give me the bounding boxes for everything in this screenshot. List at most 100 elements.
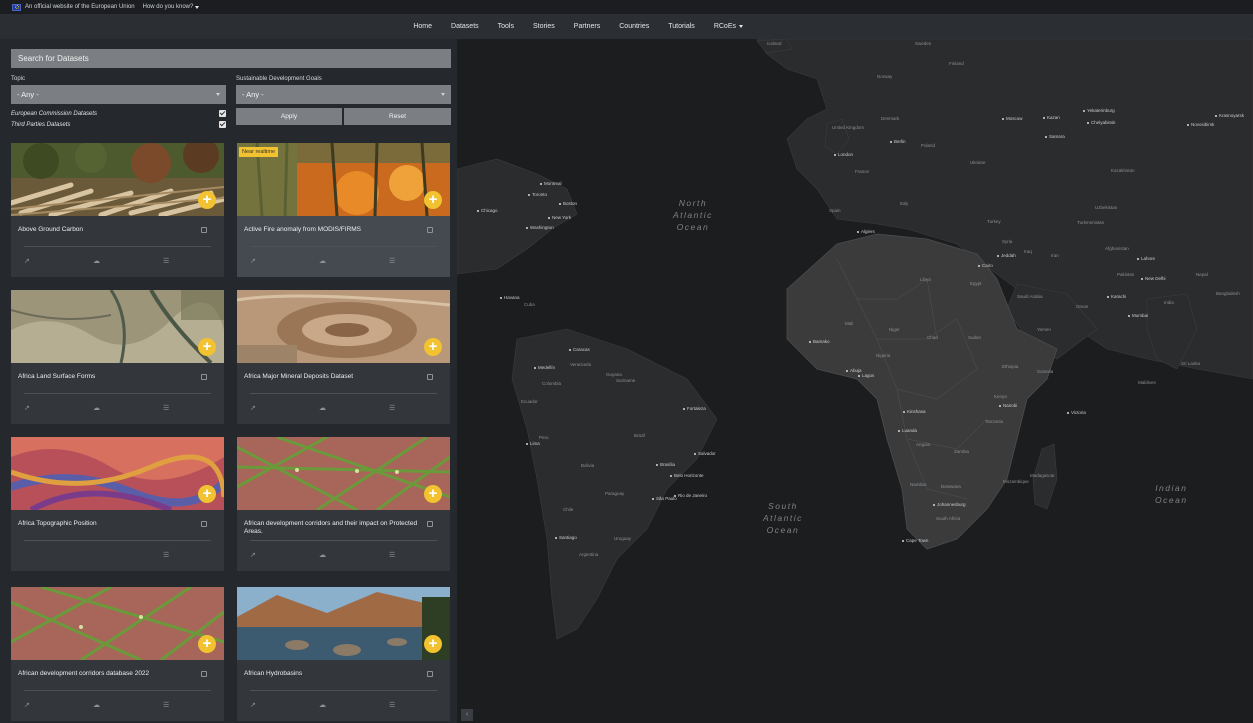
external-link-icon[interactable]: ↗: [24, 701, 30, 709]
card-title[interactable]: Above Ground Carbon: [18, 226, 198, 234]
collapse-panel-button[interactable]: ‹: [461, 709, 473, 721]
third-party-checkbox-row[interactable]: Third Parties Datasets: [11, 120, 226, 129]
bookmark-icon[interactable]: [201, 227, 207, 233]
nav-stories[interactable]: Stories: [533, 23, 555, 30]
ec-datasets-checkbox-row[interactable]: European Commission Datasets: [11, 109, 226, 118]
bookmark-icon[interactable]: [201, 521, 207, 527]
country-label: Poland: [921, 143, 936, 148]
card-title[interactable]: Africa Topographic Position: [18, 520, 198, 528]
add-plus-button[interactable]: +: [198, 191, 216, 209]
bookmark-icon[interactable]: [427, 227, 433, 233]
card-title[interactable]: Active Fire anomaly from MODIS/FIRMS: [244, 226, 424, 234]
map-basemap: [457, 39, 1253, 640]
bookmark-icon[interactable]: [201, 671, 207, 677]
third-party-checkbox[interactable]: [219, 121, 226, 128]
card-title[interactable]: Africa Land Surface Forms: [18, 373, 198, 381]
card-title[interactable]: Africa Major Mineral Deposits Dataset: [244, 373, 424, 381]
card-title[interactable]: African Hydrobasins: [244, 670, 424, 678]
dataset-card[interactable]: + Above Ground Carbon ↗ ☁ ☰: [11, 143, 224, 277]
external-link-icon[interactable]: ↗: [250, 701, 256, 709]
map-view[interactable]: North Atlantic Ocean South Atlantic Ocea…: [457, 39, 1253, 723]
country-label: Spain: [829, 208, 841, 213]
country-label: Chad: [927, 335, 938, 340]
country-label: Mozambique: [1003, 479, 1029, 484]
card-thumbnail: +: [11, 290, 224, 363]
list-icon[interactable]: ☰: [163, 701, 169, 709]
external-link-icon[interactable]: ↗: [250, 404, 256, 412]
cloud-download-icon[interactable]: ☁: [93, 701, 100, 709]
bookmark-icon[interactable]: [427, 374, 433, 380]
nav-countries[interactable]: Countries: [619, 23, 649, 30]
external-link-icon[interactable]: ↗: [24, 257, 30, 265]
how-do-you-know-toggle[interactable]: How do you know?: [143, 4, 200, 10]
add-plus-button[interactable]: +: [424, 338, 442, 356]
list-icon[interactable]: ☰: [389, 257, 395, 265]
cloud-download-icon[interactable]: ☁: [319, 404, 326, 412]
country-label: Egypt: [970, 281, 982, 286]
external-link-icon[interactable]: ↗: [24, 404, 30, 412]
city-label: Caracas: [569, 347, 590, 352]
add-plus-button[interactable]: +: [198, 635, 216, 653]
list-icon[interactable]: ☰: [389, 701, 395, 709]
apply-button[interactable]: Apply: [236, 108, 342, 125]
country-label: Bangladesh: [1216, 291, 1240, 296]
nav-tools[interactable]: Tools: [498, 23, 514, 30]
external-link-icon[interactable]: ↗: [250, 257, 256, 265]
nav-partners[interactable]: Partners: [574, 23, 600, 30]
bookmark-icon[interactable]: [427, 521, 433, 527]
country-label: Italy: [900, 201, 909, 206]
country-label: Iraq: [1024, 249, 1032, 254]
country-label: Saudi Arabia: [1017, 294, 1043, 299]
add-plus-button[interactable]: +: [198, 338, 216, 356]
list-icon[interactable]: ☰: [389, 404, 395, 412]
add-plus-button[interactable]: +: [424, 485, 442, 503]
nav-datasets[interactable]: Datasets: [451, 23, 479, 30]
reset-button[interactable]: Reset: [344, 108, 451, 125]
card-title[interactable]: African development corridors database 2…: [18, 670, 198, 678]
card-thumbnail: Near realtime +: [237, 143, 450, 216]
topic-select[interactable]: - Any -: [11, 85, 226, 104]
nav-home[interactable]: Home: [413, 23, 432, 30]
bookmark-icon[interactable]: [201, 374, 207, 380]
city-label: Nairobi: [999, 403, 1017, 408]
city-label: Salvador: [694, 451, 716, 456]
ec-datasets-checkbox[interactable]: [219, 110, 226, 117]
cloud-download-icon[interactable]: ☁: [93, 404, 100, 412]
card-thumbnail: +: [237, 290, 450, 363]
country-label: Finland: [949, 61, 964, 66]
list-icon[interactable]: ☰: [163, 257, 169, 265]
ocean-label: South Atlantic Ocean: [763, 501, 803, 535]
city-label: Rio de Janeiro: [674, 493, 707, 498]
bookmark-icon[interactable]: [427, 671, 433, 677]
dataset-card[interactable]: + Africa Major Mineral Deposits Dataset …: [237, 290, 450, 424]
dataset-card[interactable]: + Africa Topographic Position ☰: [11, 437, 224, 571]
nav-tutorials[interactable]: Tutorials: [668, 23, 695, 30]
card-divider: [24, 690, 211, 691]
nav-rcoes[interactable]: RCoEs: [714, 23, 743, 30]
add-plus-button[interactable]: +: [424, 191, 442, 209]
city-label: Luanda: [898, 428, 917, 433]
cloud-download-icon[interactable]: ☁: [319, 701, 326, 709]
add-plus-button[interactable]: +: [198, 485, 216, 503]
cloud-download-icon[interactable]: ☁: [319, 551, 326, 559]
dataset-card[interactable]: + African development corridors and thei…: [237, 437, 450, 571]
dataset-card[interactable]: Near realtime + Active Fire anomaly from…: [237, 143, 450, 277]
card-title[interactable]: African development corridors and their …: [244, 520, 424, 536]
external-link-icon[interactable]: ↗: [250, 551, 256, 559]
card-divider: [250, 246, 437, 247]
sdg-select[interactable]: - Any -: [236, 85, 451, 104]
cloud-download-icon[interactable]: ☁: [319, 257, 326, 265]
list-icon[interactable]: ☰: [163, 551, 169, 559]
dataset-card[interactable]: + African development corridors database…: [11, 587, 224, 721]
nav-rcoes-label: RCoEs: [713, 23, 736, 30]
dataset-card[interactable]: + Africa Land Surface Forms ↗ ☁ ☰: [11, 290, 224, 424]
city-label: Brasília: [656, 462, 675, 467]
cloud-download-icon[interactable]: ☁: [93, 257, 100, 265]
city-label: Kinshasa: [903, 409, 926, 414]
list-icon[interactable]: ☰: [163, 404, 169, 412]
search-input[interactable]: [11, 49, 451, 68]
dataset-card[interactable]: + African Hydrobasins ↗ ☁ ☰: [237, 587, 450, 721]
country-label: Somalia: [1037, 369, 1054, 374]
list-icon[interactable]: ☰: [389, 551, 395, 559]
add-plus-button[interactable]: +: [424, 635, 442, 653]
